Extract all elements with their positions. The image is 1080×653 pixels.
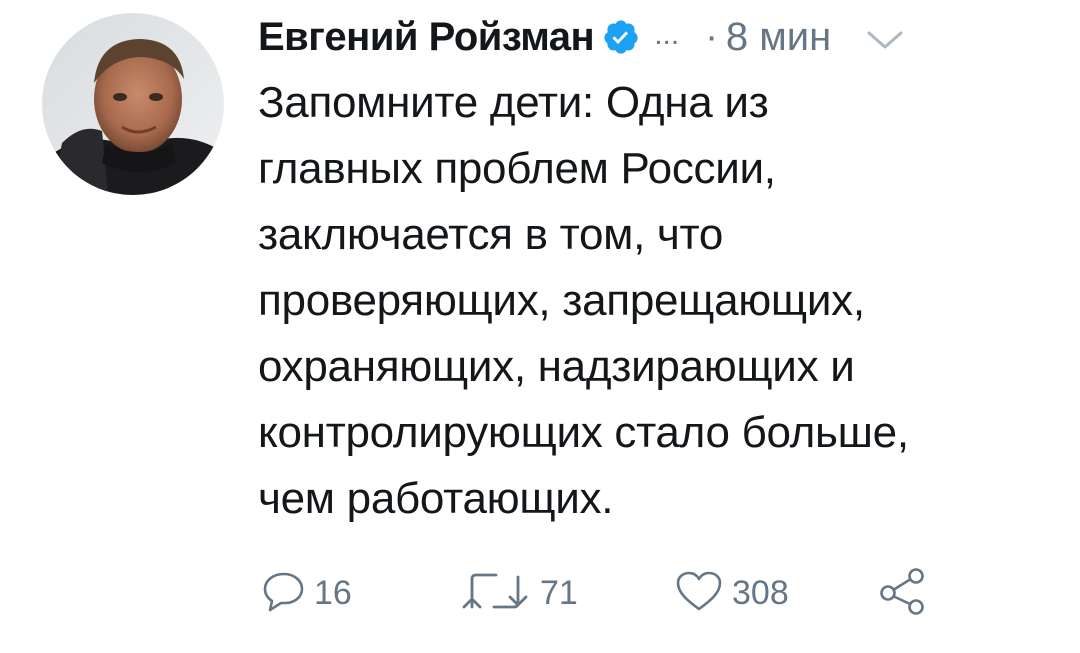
like-count: 308 [732, 573, 789, 612]
share-icon [876, 567, 928, 620]
more-indicator: ... [654, 18, 680, 51]
tweet-card: Евгений Ройзман ... · 8 мин Запомните де… [0, 0, 1080, 653]
heart-icon [674, 569, 724, 618]
avatar[interactable] [42, 13, 224, 195]
timestamp[interactable]: 8 мин [726, 15, 831, 60]
verified-badge-icon [602, 18, 640, 56]
like-button[interactable]: 308 [674, 563, 789, 623]
author-name[interactable]: Евгений Ройзман [258, 15, 595, 60]
retweet-count: 71 [540, 573, 578, 612]
reply-icon [262, 569, 306, 618]
retweet-button[interactable]: 71 [460, 563, 578, 623]
separator-dot: · [705, 15, 718, 58]
retweet-icon [460, 569, 532, 618]
tweet-text: Запомните дети: Одна из главных проблем … [258, 78, 909, 523]
tweet-header: Евгений Ройзман ... · 8 мин [258, 14, 1048, 60]
action-bar: 16 71 308 [262, 563, 1042, 623]
reply-count: 16 [314, 573, 352, 612]
chevron-down-icon[interactable] [865, 28, 905, 52]
share-button[interactable] [876, 563, 928, 623]
reply-button[interactable]: 16 [262, 563, 352, 623]
